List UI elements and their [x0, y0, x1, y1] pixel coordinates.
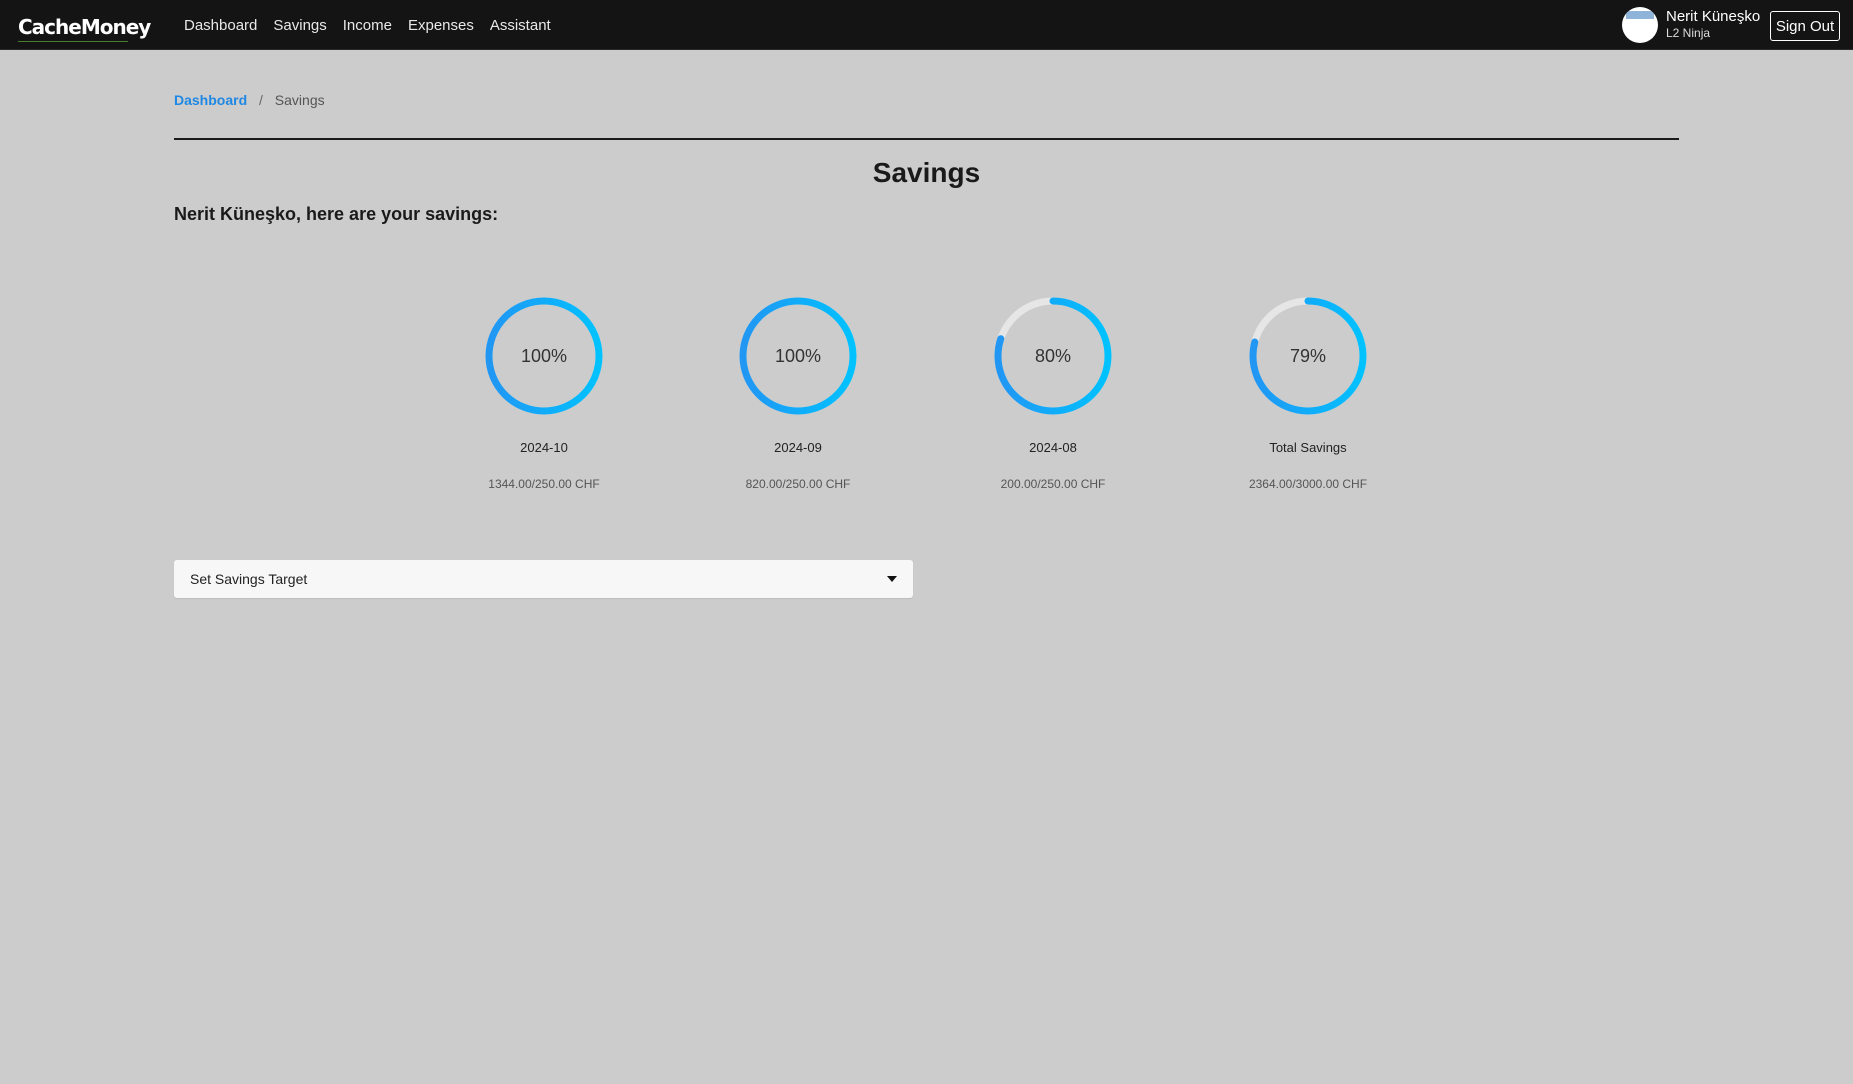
- gauge-percent: 79%: [1290, 346, 1326, 366]
- gauge-amount: 2364.00/3000.00 CHF: [1248, 477, 1368, 491]
- avatar-hat-icon: [1626, 11, 1654, 19]
- nav-income[interactable]: Income: [343, 17, 392, 34]
- sign-out-button[interactable]: Sign Out: [1770, 11, 1840, 41]
- gauge-label: 2024-09: [774, 440, 822, 455]
- gauge-percent: 80%: [1035, 346, 1071, 366]
- gauge-percent: 100%: [775, 346, 821, 366]
- progress-ring: 100%: [739, 297, 857, 415]
- top-navbar: CacheMoney Dashboard Savings Income Expe…: [0, 0, 1853, 50]
- breadcrumb-dashboard-link[interactable]: Dashboard: [174, 92, 247, 108]
- savings-target-label: Set Savings Target: [190, 571, 308, 587]
- progress-ring: 80%: [994, 297, 1112, 415]
- nav-assistant[interactable]: Assistant: [490, 17, 551, 34]
- nav-dashboard[interactable]: Dashboard: [184, 17, 257, 34]
- gauge-percent: 100%: [521, 346, 567, 366]
- gauge-label: 2024-10: [520, 440, 568, 455]
- gauge-2024-09: 100% 2024-09 820.00/250.00 CHF: [708, 294, 888, 491]
- gauge-2024-10: 100% 2024-10 1344.00/250.00 CHF: [454, 294, 634, 491]
- user-info: Nerit Küneşko L2 Ninja: [1666, 9, 1760, 41]
- gauge-label: Total Savings: [1269, 440, 1347, 455]
- breadcrumb-separator: /: [259, 92, 263, 108]
- gauge-amount: 1344.00/250.00 CHF: [488, 477, 600, 491]
- gauge-amount: 200.00/250.00 CHF: [1000, 477, 1106, 491]
- gauge-label: 2024-08: [1029, 440, 1077, 455]
- brand-name: CacheMoney: [18, 15, 151, 39]
- gauge-total-savings: 79% Total Savings 2364.00/3000.00 CHF: [1218, 294, 1398, 491]
- user-profile[interactable]: Nerit Küneşko L2 Ninja: [1622, 6, 1760, 44]
- page-title: Savings: [872, 157, 981, 188]
- header-divider: [174, 138, 1679, 140]
- user-level: L2 Ninja: [1666, 26, 1711, 40]
- gauge-2024-08: 80% 2024-08 200.00/250.00 CHF: [963, 294, 1143, 491]
- user-name: Nerit Küneşko: [1666, 8, 1761, 25]
- nav-expenses[interactable]: Expenses: [408, 17, 474, 34]
- nav-savings[interactable]: Savings: [273, 17, 326, 34]
- avatar: [1622, 7, 1658, 43]
- progress-ring: 100%: [485, 297, 603, 415]
- main-nav: Dashboard Savings Income Expenses Assist…: [184, 0, 567, 50]
- gauge-amount: 820.00/250.00 CHF: [745, 477, 851, 491]
- brand-logo[interactable]: CacheMoney: [18, 15, 151, 42]
- progress-ring: 79%: [1249, 297, 1367, 415]
- set-savings-target-dropdown[interactable]: Set Savings Target: [174, 560, 913, 598]
- breadcrumb-current: Savings: [274, 92, 325, 108]
- brand-underline: [18, 41, 128, 42]
- caret-down-icon: [887, 576, 897, 582]
- breadcrumb: Dashboard / Savings: [174, 92, 325, 108]
- savings-subtitle: Nerit Küneşko, here are your savings:: [174, 204, 499, 224]
